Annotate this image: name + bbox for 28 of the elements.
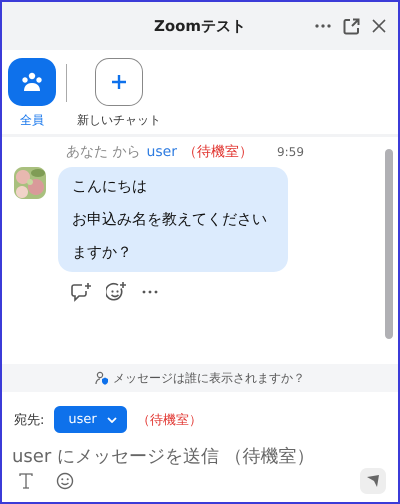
- chevron-down-icon: [106, 416, 117, 422]
- send-button[interactable]: [360, 468, 386, 494]
- group-icon: [21, 72, 43, 92]
- message-text: ますか？: [72, 243, 133, 262]
- pop-out-icon[interactable]: [343, 18, 360, 34]
- recipient-name: user: [146, 144, 177, 160]
- send-icon: [366, 474, 380, 488]
- plus-icon: [111, 74, 127, 90]
- message-time: 9:59: [277, 145, 304, 159]
- person-shield-icon: [95, 371, 109, 385]
- sender-label: あなた から: [66, 143, 140, 161]
- recipient-status: （待機室）: [136, 412, 202, 428]
- window-title: Zoomテスト: [154, 16, 246, 36]
- text-format-icon[interactable]: [18, 473, 34, 489]
- add-reaction-icon[interactable]: [106, 282, 128, 302]
- chat-tab[interactable]: 新しいチャット: [77, 58, 161, 129]
- emoji-icon[interactable]: [56, 472, 74, 490]
- message-text: こんにちは: [72, 177, 148, 196]
- close-icon[interactable]: [372, 19, 386, 33]
- message-text: お申込み名を教えてください: [72, 210, 268, 229]
- more-icon[interactable]: [142, 290, 158, 294]
- recipient-label: 宛先:: [14, 412, 44, 428]
- more-icon[interactable]: [315, 24, 331, 28]
- recipient-dropdown[interactable]: user: [54, 406, 127, 433]
- message-input[interactable]: user にメッセージを送信 （待機室）: [10, 445, 384, 468]
- recipient-status: （待機室）: [183, 143, 253, 161]
- scrollbar-thumb[interactable]: [385, 149, 393, 339]
- reply-icon[interactable]: [70, 282, 92, 302]
